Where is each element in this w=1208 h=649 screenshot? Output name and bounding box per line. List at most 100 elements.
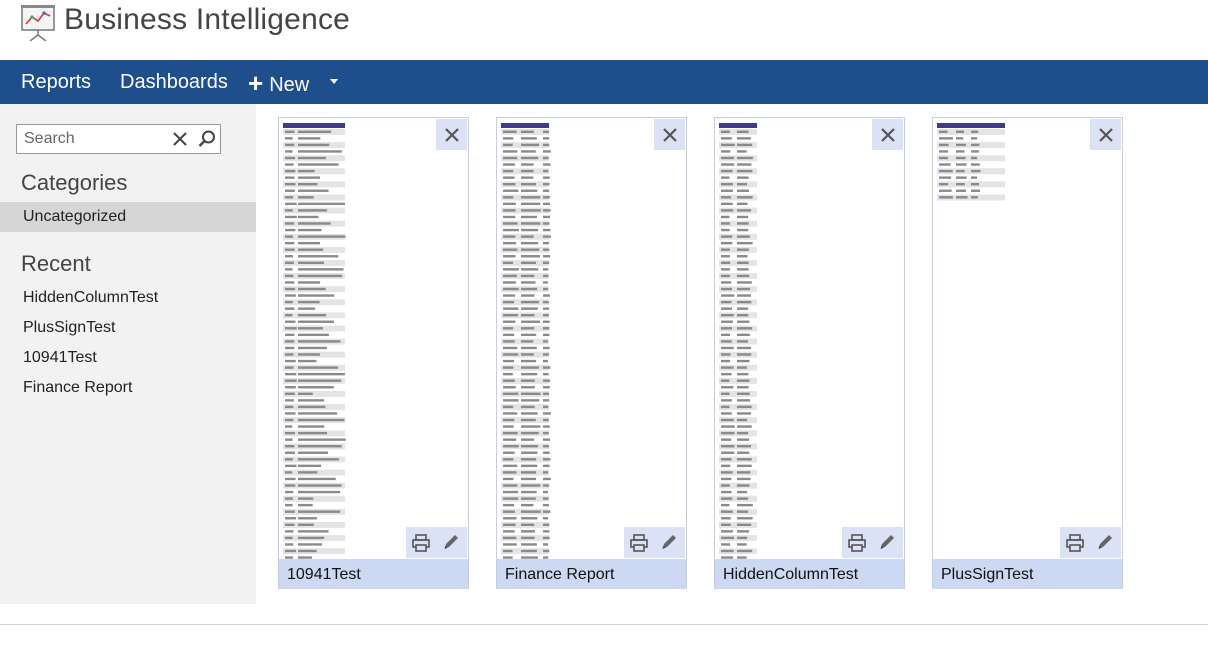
thumbnail-cell-text	[285, 209, 293, 212]
thumbnail-cell-text	[737, 471, 751, 474]
recent-item[interactable]: HiddenColumnTest	[23, 288, 158, 318]
thumbnail-cell-text	[298, 130, 332, 133]
thumbnail-cell-text	[543, 477, 551, 481]
thumbnail-cell-text	[521, 405, 535, 409]
thumbnail-cell-text	[737, 353, 752, 356]
pencil-icon[interactable]	[660, 533, 678, 551]
report-card[interactable]: HiddenColumnTest	[714, 117, 905, 589]
thumbnail-cell-text	[298, 163, 339, 166]
delete-report-button[interactable]	[872, 119, 903, 150]
new-button[interactable]: + New	[248, 60, 309, 104]
clear-icon[interactable]	[172, 130, 188, 148]
recent-item[interactable]: 10941Test	[23, 348, 158, 378]
thumbnail-cell-text	[737, 340, 749, 343]
pencil-icon[interactable]	[442, 533, 460, 551]
thumbnail-cell-text	[503, 445, 519, 448]
category-item-uncategorized[interactable]: Uncategorized	[0, 202, 256, 232]
thumbnail-cell-text	[298, 510, 341, 513]
thumbnail-cell-text	[521, 523, 535, 526]
thumbnail-cell-text	[298, 333, 329, 337]
thumbnail-cell-text	[521, 366, 539, 369]
thumbnail-cell-text	[721, 346, 734, 350]
thumbnail-cell-text	[521, 510, 541, 513]
recent-heading: Recent	[21, 251, 91, 276]
thumbnail-cell-text	[543, 431, 549, 435]
thumbnail-cell-text	[543, 536, 550, 540]
thumbnail-cell-text	[971, 169, 981, 173]
close-icon	[1098, 127, 1113, 142]
recent-item[interactable]: PlusSignTest	[23, 318, 158, 348]
thumbnail-cell-text	[503, 412, 518, 415]
thumbnail-cell-text	[737, 307, 749, 310]
print-icon[interactable]	[412, 534, 430, 552]
delete-report-button[interactable]	[436, 119, 467, 150]
thumbnail-cell-text	[737, 300, 752, 304]
report-card[interactable]: 10941Test	[278, 117, 469, 589]
app-header: Business Intelligence	[0, 0, 1208, 60]
thumbnail-cell-text	[543, 314, 549, 317]
search-input[interactable]	[17, 125, 165, 153]
thumbnail-cell-text	[298, 268, 344, 271]
nav-reports[interactable]: Reports	[21, 60, 91, 104]
thumbnail-cell-text	[298, 497, 314, 500]
thumbnail-cell-text	[543, 549, 550, 553]
thumbnail-cell-text	[285, 327, 297, 330]
print-icon[interactable]	[848, 534, 866, 552]
thumbnail-cell-text	[543, 353, 550, 356]
report-preview-thumbnail	[716, 119, 903, 559]
thumbnail-cell-text	[285, 281, 295, 284]
thumbnail-cell-text	[543, 307, 550, 310]
thumbnail-cell-text	[971, 150, 979, 153]
thumbnail-cell-text	[285, 346, 295, 350]
thumbnail-cell-text	[503, 359, 515, 363]
thumbnail-cell-text	[543, 490, 549, 494]
thumbnail-cell-text	[503, 543, 517, 546]
thumbnail-cell-text	[939, 189, 952, 192]
thumbnail-cell-text	[521, 379, 535, 382]
thumbnail-cell-text	[285, 412, 296, 415]
thumbnail-cell-text	[285, 176, 295, 179]
card-tools	[624, 527, 685, 558]
thumbnail-cell-text	[298, 536, 325, 540]
thumbnail-cell-text	[285, 445, 295, 448]
print-icon[interactable]	[1066, 534, 1084, 552]
thumbnail-cell-text	[503, 176, 515, 179]
thumbnail-cell-text	[543, 268, 549, 271]
search-icon[interactable]	[198, 130, 216, 148]
nav-dashboards[interactable]: Dashboards	[120, 60, 228, 104]
caret-down-icon[interactable]	[330, 79, 338, 84]
thumbnail-cell-text	[721, 222, 731, 225]
thumbnail-cell-text	[285, 353, 294, 356]
thumbnail-cell-text	[737, 418, 748, 422]
report-title: HiddenColumnTest	[715, 559, 904, 589]
thumbnail-cell-text	[543, 503, 549, 507]
thumbnail-cell-text	[737, 228, 749, 232]
thumbnail-cell-text	[737, 215, 749, 219]
thumbnail-cell-text	[503, 399, 519, 402]
thumbnail-cell-text	[721, 196, 732, 199]
pencil-icon[interactable]	[1096, 533, 1114, 551]
thumbnail-cell-text	[737, 523, 752, 526]
thumbnail-cell-text	[298, 137, 321, 140]
thumbnail-cell-text	[956, 196, 968, 199]
print-icon[interactable]	[630, 534, 648, 552]
pencil-icon[interactable]	[878, 533, 896, 551]
thumbnail-cell-text	[285, 490, 294, 494]
thumbnail-cell-text	[503, 471, 517, 474]
report-card[interactable]: Finance Report	[496, 117, 687, 589]
thumbnail-cell-text	[721, 372, 732, 376]
delete-report-button[interactable]	[654, 119, 685, 150]
thumbnail-cell-text	[521, 150, 536, 153]
thumbnail-cell-text	[721, 530, 733, 533]
thumbnail-header-row	[501, 123, 549, 128]
thumbnail-cell-text	[285, 235, 294, 238]
thumbnail-cell-text	[737, 530, 750, 533]
delete-report-button[interactable]	[1090, 119, 1121, 150]
thumbnail-cell-text	[543, 150, 551, 153]
report-card[interactable]: PlusSignTest	[932, 117, 1123, 589]
recent-item[interactable]: Finance Report	[23, 378, 158, 408]
thumbnail-cell-text	[737, 327, 753, 330]
thumbnail-cell-text	[298, 222, 331, 225]
thumbnail-cell-text	[737, 451, 750, 454]
recent-list: HiddenColumnTest PlusSignTest 10941Test …	[23, 288, 158, 408]
